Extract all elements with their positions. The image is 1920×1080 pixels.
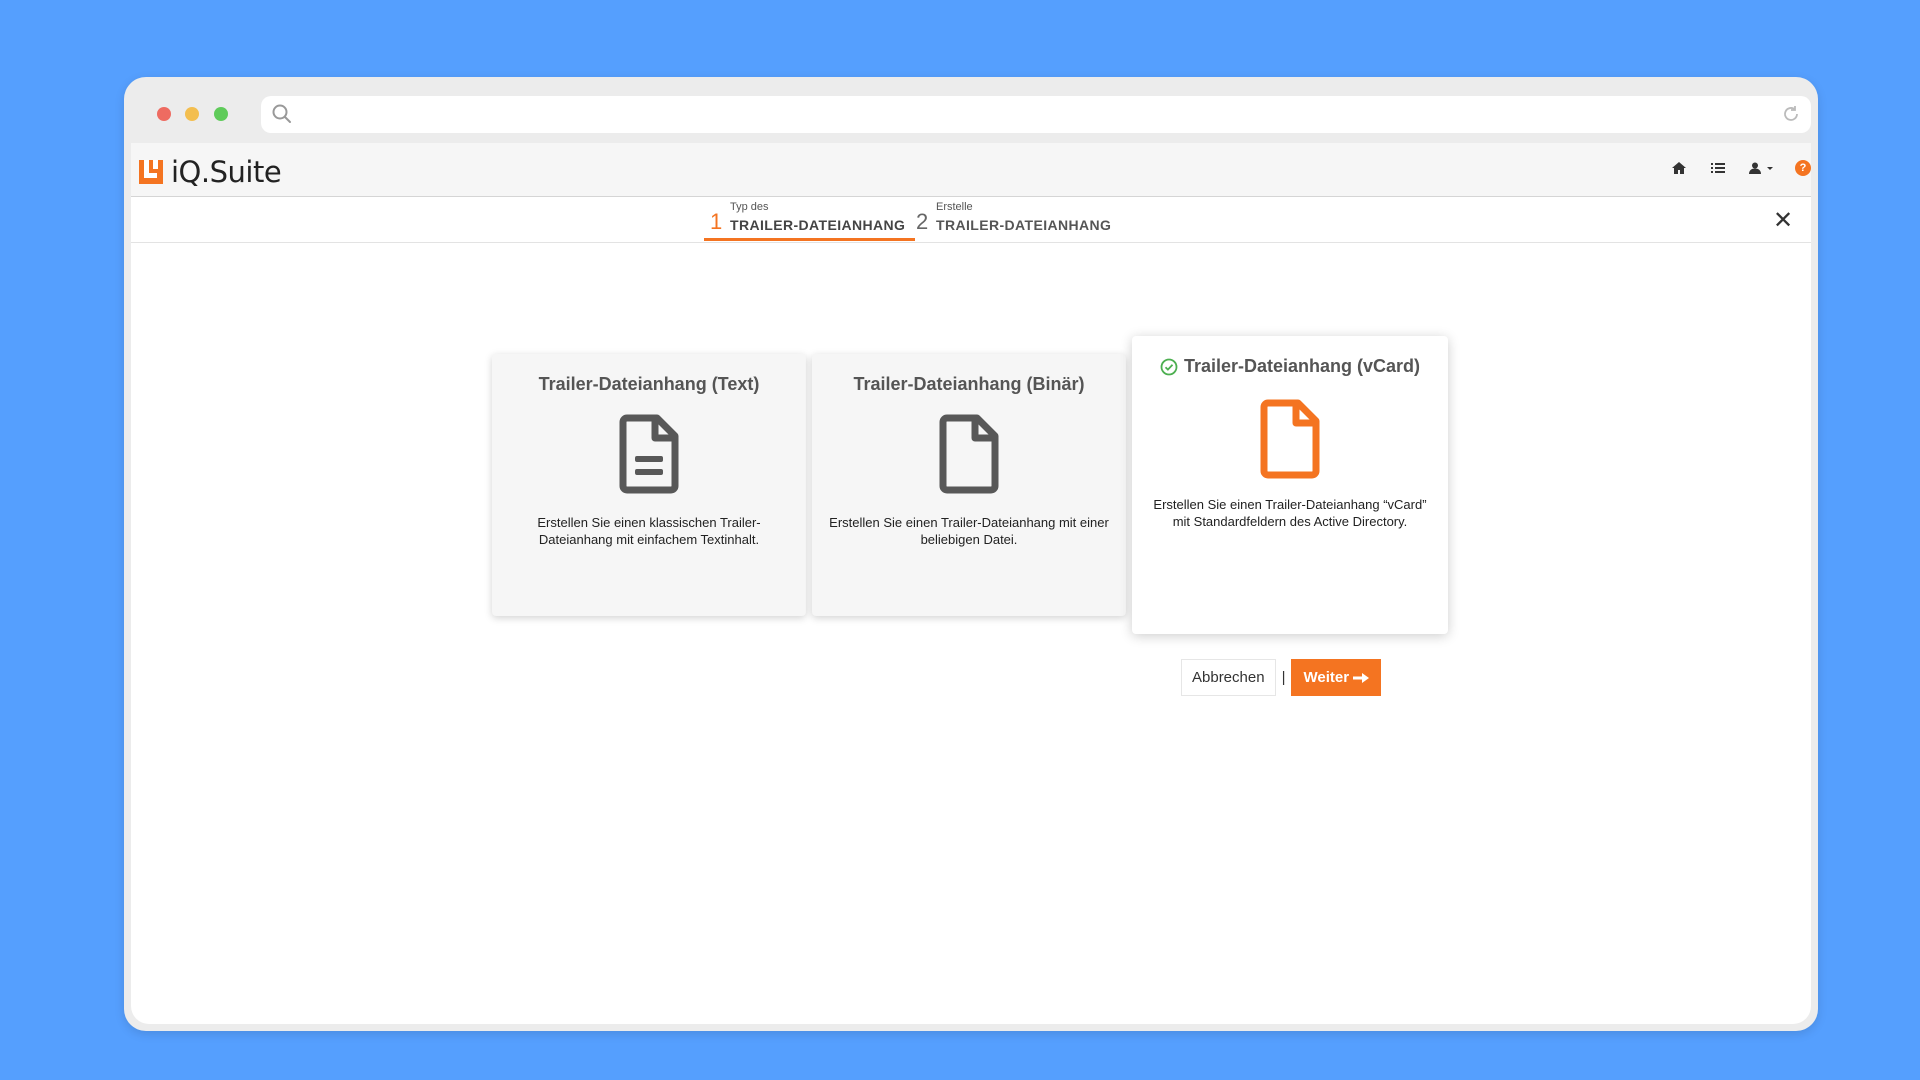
step-2[interactable]: 2 Erstelle TRAILER-DATEIANHANG (915, 197, 1135, 241)
close-window-button[interactable] (157, 107, 171, 121)
home-icon[interactable] (1671, 161, 1687, 175)
step-number: 1 (710, 209, 723, 234)
maximize-window-button[interactable] (214, 107, 228, 121)
step-subtitle: Typ des (730, 201, 769, 213)
cancel-button[interactable]: Abbrechen (1181, 659, 1276, 696)
card-text[interactable]: Trailer-Dateianhang (Text) Erstellen Sie… (492, 354, 806, 616)
step-title: TRAILER-DATEIANHANG (936, 217, 1112, 233)
card-title: Trailer-Dateianhang (Binär) (853, 374, 1085, 394)
help-icon[interactable]: ? (1795, 160, 1811, 176)
step-title: TRAILER-DATEIANHANG (730, 217, 906, 233)
card-title: Trailer-Dateianhang (vCard) (1183, 356, 1421, 376)
card-description: Erstellen Sie einen klassischen Trailer-… (537, 515, 761, 547)
app-name: iQ.Suite (171, 155, 282, 189)
user-menu-icon[interactable] (1749, 162, 1775, 174)
card-description: Erstellen Sie einen Trailer-Dateianhang … (1153, 497, 1427, 529)
step-number: 2 (916, 209, 929, 234)
file-icon (812, 414, 1126, 494)
reload-icon[interactable] (1781, 104, 1801, 129)
card-binary[interactable]: Trailer-Dateianhang (Binär) Erstellen Si… (812, 354, 1126, 616)
card-title-row: Trailer-Dateianhang (vCard) (1132, 356, 1448, 377)
wizard-actions: Abbrechen | Weiter (1181, 659, 1382, 696)
step-subtitle: Erstelle (936, 201, 973, 213)
card-vcard[interactable]: Trailer-Dateianhang (vCard) Erstellen Si… (1132, 336, 1448, 634)
button-separator: | (1281, 669, 1286, 686)
card-description: Erstellen Sie einen Trailer-Dateianhang … (829, 515, 1109, 547)
app-page: iQ.Suite ? 1 Typ des TRAILER-DATEIANHANG (131, 143, 1811, 1024)
close-icon[interactable]: ✕ (1773, 206, 1793, 235)
browser-window: iQ.Suite ? 1 Typ des TRAILER-DATEIANHANG (124, 77, 1818, 1031)
vcard-file-icon (1132, 399, 1448, 479)
wizard-steps: 1 Typ des TRAILER-DATEIANHANG 2 Erstelle… (131, 197, 1811, 243)
step-1[interactable]: 1 Typ des TRAILER-DATEIANHANG (704, 197, 915, 241)
app-header: iQ.Suite ? (131, 143, 1811, 197)
address-bar[interactable] (261, 96, 1811, 133)
browser-chrome (131, 84, 1811, 143)
header-nav: ? (1651, 160, 1811, 176)
next-button-label: Weiter (1303, 669, 1350, 686)
next-button[interactable]: Weiter (1291, 659, 1382, 696)
logo-mark-icon (139, 160, 163, 184)
check-circle-icon (1160, 358, 1178, 375)
text-file-icon (492, 414, 806, 494)
arrow-right-icon (1353, 672, 1370, 683)
app-logo[interactable]: iQ.Suite (138, 155, 282, 189)
list-icon[interactable] (1711, 162, 1725, 174)
card-title: Trailer-Dateianhang (Text) (538, 374, 760, 394)
minimize-window-button[interactable] (185, 107, 199, 121)
search-icon (271, 103, 293, 130)
